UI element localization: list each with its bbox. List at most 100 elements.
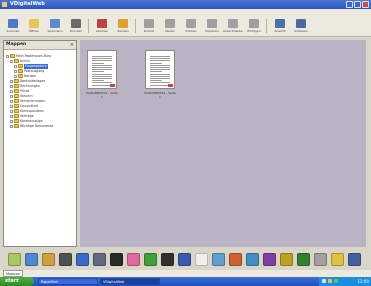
toolbar-label: Löschen: [95, 29, 109, 33]
tree-item-label: Postausgang: [24, 69, 45, 73]
document-thumbnail[interactable]: DOKUMENT01 - Seite 1: [86, 50, 118, 104]
app-icon: [2, 2, 7, 7]
toolbar-separator: [266, 19, 267, 33]
text-icon[interactable]: [195, 253, 208, 266]
toolbar-button-13[interactable]: Sortieren: [291, 18, 311, 34]
close-icon[interactable]: [362, 1, 369, 8]
pdf-icon[interactable]: [110, 253, 123, 266]
panel-title: Mappen: [6, 42, 27, 47]
taskbar-item-active[interactable]: VDigitalWeb: [100, 278, 160, 285]
document-thumbnail[interactable]: DOKUMENT02 - Seite 1: [144, 50, 176, 104]
toolbar-label: Sortieren: [294, 29, 308, 33]
toolbar-button-2[interactable]: Speichern: [45, 18, 65, 34]
paste-icon: [249, 19, 259, 28]
cd-icon[interactable]: [246, 253, 259, 266]
tree-item-label: Kontoauszüge: [20, 119, 43, 123]
expand-icon[interactable]: [10, 100, 13, 103]
document-pane[interactable]: DOKUMENT01 - Seite 1 DOKUMENT02 - Seite 1: [80, 40, 366, 247]
web-icon[interactable]: [212, 253, 225, 266]
toolbar-button-11[interactable]: Einfügen: [244, 18, 264, 34]
highlighter-icon[interactable]: [42, 253, 55, 266]
toolbar-button-4[interactable]: Löschen: [92, 18, 112, 34]
volume-icon[interactable]: [328, 279, 332, 283]
toolbar-button-1[interactable]: Öffnen: [24, 18, 44, 34]
folder-icon: [14, 99, 19, 103]
toolbar-button-3[interactable]: Drucken: [66, 18, 86, 34]
maximize-icon[interactable]: [354, 1, 361, 8]
folder-icon: [18, 64, 23, 68]
tree-item-label: Steuern: [20, 94, 33, 98]
expand-icon[interactable]: [10, 80, 13, 83]
toolbar-button-5[interactable]: Senden: [113, 18, 133, 34]
ocr-icon[interactable]: [229, 253, 242, 266]
forward-icon: [165, 19, 175, 28]
panel-header: Mappen ×: [4, 41, 76, 50]
status-bar: Mappen: [0, 270, 371, 277]
help-icon[interactable]: [348, 253, 361, 266]
expand-icon[interactable]: [6, 55, 9, 58]
expand-icon[interactable]: [10, 110, 13, 113]
expand-icon[interactable]: [10, 125, 13, 128]
folder-icon: [14, 94, 19, 98]
tree-item-label: Archiv: [20, 59, 30, 63]
expand-icon[interactable]: [10, 60, 13, 63]
thumbnail-caption: DOKUMENT02 - Seite 1: [144, 91, 176, 99]
pdf-badge-icon: [168, 84, 173, 87]
recycle-icon[interactable]: [297, 253, 310, 266]
tab-mappen[interactable]: Mappen: [3, 270, 23, 277]
security-icon[interactable]: [334, 279, 338, 283]
folder-icon: [14, 124, 19, 128]
taskbar-item[interactable]: PaperPort: [38, 278, 98, 285]
tree-item-label: Gesundheit: [20, 104, 39, 108]
expand-icon[interactable]: [10, 115, 13, 118]
zip-icon[interactable]: [263, 253, 276, 266]
start-button[interactable]: start: [0, 277, 34, 286]
mail-icon[interactable]: [25, 253, 38, 266]
fax-icon[interactable]: [76, 253, 89, 266]
toolbar-label: Weiter: [165, 29, 175, 33]
tree-item-label: Korrespondenz: [20, 109, 44, 113]
page-preview[interactable]: [87, 50, 117, 89]
copy-icon: [207, 19, 217, 28]
toolbar-button-12[interactable]: Ansicht: [270, 18, 290, 34]
stamp-icon[interactable]: [59, 253, 72, 266]
tree-item-label: Mein Papierloses Büro: [16, 54, 52, 58]
toolbar-button-9[interactable]: Kopieren: [202, 18, 222, 34]
toolbar-button-0[interactable]: Scannen: [3, 18, 23, 34]
minimize-icon[interactable]: [346, 1, 353, 8]
expand-icon[interactable]: [10, 90, 13, 93]
page-preview[interactable]: [145, 50, 175, 89]
folder-icon: [14, 84, 19, 88]
toolbar-separator: [88, 19, 89, 33]
expand-icon[interactable]: [10, 105, 13, 108]
expand-icon[interactable]: [14, 70, 17, 73]
expand-icon[interactable]: [14, 75, 17, 78]
folder-icon: [14, 119, 19, 123]
image-icon[interactable]: [127, 253, 140, 266]
panel-close-icon[interactable]: ×: [70, 41, 74, 49]
folder-icon[interactable]: [331, 253, 344, 266]
network-icon[interactable]: [322, 279, 326, 283]
folder-panel: Mappen × Mein Papierloses Büro Archiv Eing…: [3, 40, 77, 247]
expand-icon[interactable]: [10, 95, 13, 98]
toolbar-button-6[interactable]: Zurück: [139, 18, 159, 34]
expand-icon[interactable]: [10, 85, 13, 88]
toolbar-button-8[interactable]: Drehen: [181, 18, 201, 34]
expand-icon[interactable]: [14, 65, 17, 68]
folder-open-icon: [29, 19, 39, 28]
delete-icon: [97, 19, 107, 28]
camera-icon[interactable]: [93, 253, 106, 266]
toolbar-button-10[interactable]: Ausschneiden: [223, 18, 243, 34]
toolbar-button-7[interactable]: Weiter: [160, 18, 180, 34]
back-icon: [144, 19, 154, 28]
key-icon[interactable]: [280, 253, 293, 266]
folder-icon: [14, 109, 19, 113]
settings-icon[interactable]: [314, 253, 327, 266]
note-icon[interactable]: [8, 253, 21, 266]
spreadsheet-icon[interactable]: [144, 253, 157, 266]
expand-icon[interactable]: [10, 120, 13, 123]
film-icon[interactable]: [161, 253, 174, 266]
toolbar-label: Ansicht: [274, 29, 286, 33]
word-icon[interactable]: [178, 253, 191, 266]
tree-item-label: Privat: [20, 89, 30, 93]
